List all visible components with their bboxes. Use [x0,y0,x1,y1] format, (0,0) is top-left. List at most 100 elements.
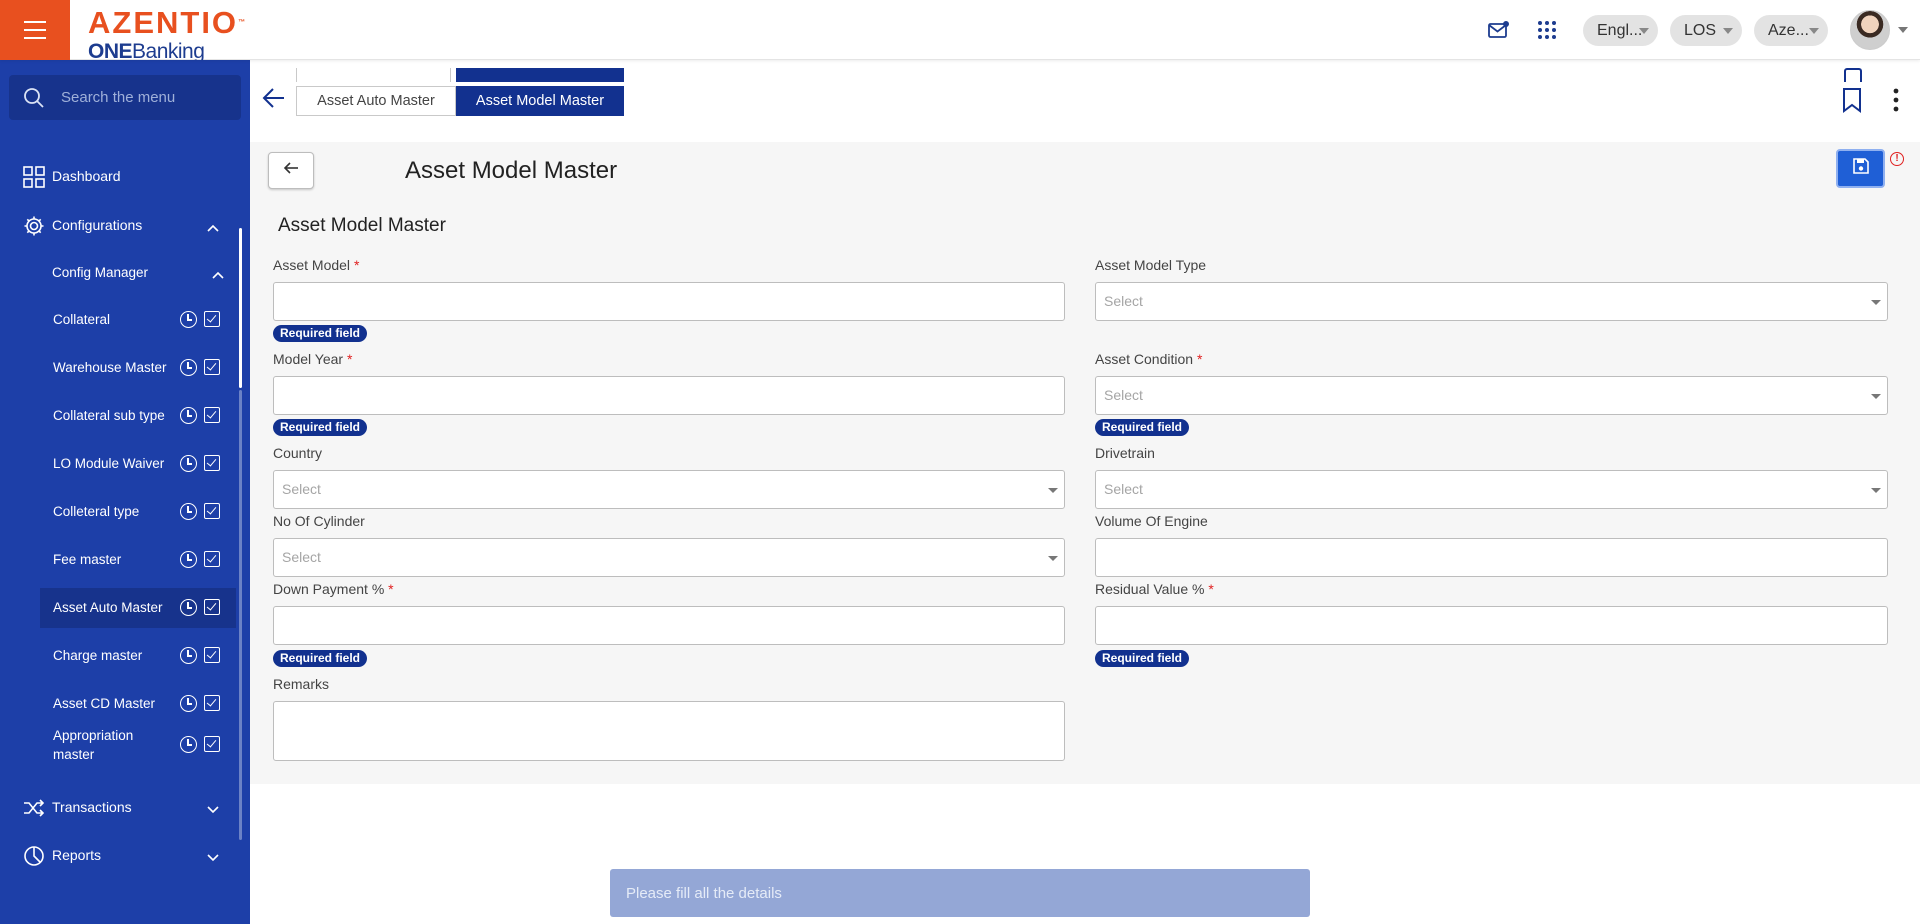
clock-icon[interactable] [180,455,197,472]
select-placeholder: Select [282,481,321,497]
sidebar-item-label: Collateral [53,312,111,327]
language-value: Engl... [1597,21,1643,39]
ghost-tab-2 [456,68,624,82]
checkbox-icon[interactable] [204,311,220,327]
tab-asset-model-master[interactable]: Asset Model Master [456,86,624,116]
no-of-cylinder-select[interactable]: Select [273,538,1065,577]
tab-label: Asset Auto Master [317,93,435,109]
checkbox-icon[interactable] [204,359,220,375]
bookmark-icon[interactable] [1842,87,1862,118]
sidebar-subitem-collateral[interactable]: Collateral [40,300,236,340]
avatar-menu-caret-icon[interactable] [1898,27,1908,33]
hamburger-icon [24,18,46,42]
main-area: Asset Auto Master Asset Model Master Ass… [250,60,1920,924]
sidebar-subitem-charge-master[interactable]: Charge master [40,636,236,676]
checkbox-icon[interactable] [204,455,220,471]
remarks-textarea[interactable] [274,702,1064,760]
language-selector[interactable]: Engl... [1583,15,1658,46]
sidebar-subitem-fee-master[interactable]: Fee master [40,540,236,580]
clock-icon[interactable] [180,359,197,376]
select-placeholder: Select [1104,481,1143,497]
checkbox-icon[interactable] [204,695,220,711]
search-input[interactable] [61,86,231,108]
sidebar-subitem-collateral-sub-type[interactable]: Collateral sub type [40,396,236,436]
form-panel: Asset Model Master ! Asset Model Master … [250,142,1920,784]
mail-icon[interactable] [1487,18,1511,42]
checkbox-icon[interactable] [204,503,220,519]
drivetrain-label: Drivetrain [1095,445,1155,461]
checkbox-icon[interactable] [204,599,220,615]
down-payment-input[interactable] [274,607,1064,644]
checkbox-icon[interactable] [204,407,220,423]
sidebar-item-label: Asset Auto Master [53,600,163,615]
section-title: Asset Model Master [278,215,446,236]
residual-value-input[interactable] [1096,607,1887,644]
sidebar-item-config-manager[interactable]: Config Manager [0,252,250,292]
country-select[interactable]: Select [273,470,1065,509]
sidebar-subitem-lo-module-waiver[interactable]: LO Module Waiver [40,444,236,484]
model-year-field [273,376,1065,415]
module-selector[interactable]: LOS [1670,15,1742,46]
chevron-down-icon [1809,28,1819,34]
clock-icon[interactable] [180,695,197,712]
menu-toggle-button[interactable] [0,0,70,60]
clock-icon[interactable] [180,407,197,424]
label-text: Asset Condition [1095,351,1194,367]
sidebar-subitem-colleteral-type[interactable]: Colleteral type [40,492,236,532]
more-options-icon[interactable] [1893,88,1899,117]
model-year-input[interactable] [274,377,1064,414]
chevron-down-icon [1723,28,1733,34]
dashboard-icon [23,166,45,188]
chevron-up-icon [212,266,224,284]
info-alert-icon[interactable]: ! [1890,152,1904,166]
sidebar-item-label: Asset CD Master [53,696,156,711]
save-icon [1852,158,1869,179]
avatar[interactable] [1850,10,1890,50]
user-selector[interactable]: Aze... [1754,15,1828,46]
drivetrain-select[interactable]: Select [1095,470,1888,509]
sidebar-scrollbar[interactable] [239,228,242,388]
select-placeholder: Select [282,549,321,565]
clock-icon[interactable] [180,736,197,753]
dropdown-caret-icon [1871,300,1881,305]
gear-icon [23,215,45,237]
checkbox-icon[interactable] [204,551,220,567]
country-label: Country [273,445,323,461]
asset-model-input[interactable] [274,283,1064,320]
sidebar-subitem-appropriation-master[interactable]: Appropriation master [40,716,236,774]
clock-icon[interactable] [180,311,197,328]
brand-trademark: ™ [238,19,246,26]
sidebar-item-dashboard[interactable]: Dashboard [0,156,250,196]
asset-condition-select[interactable]: Select [1095,376,1888,415]
back-button[interactable] [268,152,314,189]
sidebar-item-label: Fee master [53,552,122,567]
checkbox-icon[interactable] [204,647,220,663]
chevron-down-icon [207,849,219,867]
required-field-badge: Required field [273,419,368,436]
required-marker: * [353,257,360,273]
clock-icon[interactable] [180,647,197,664]
clock-icon[interactable] [180,551,197,568]
clock-icon[interactable] [180,599,197,616]
top-header: AZENTIO™ ONEBanking Engl... LOS Aze... [0,0,1920,60]
toast-notification: Please fill all the details [610,869,1310,917]
sidebar-item-configurations[interactable]: Configurations [0,205,250,245]
dropdown-caret-icon [1048,556,1058,561]
back-arrow-icon[interactable] [262,87,286,114]
tab-asset-auto-master[interactable]: Asset Auto Master [296,86,456,116]
residual-value-field [1095,606,1888,645]
checkbox-icon[interactable] [204,736,220,752]
required-field-badge: Required field [273,650,368,667]
volume-of-engine-input[interactable] [1096,539,1887,576]
dropdown-caret-icon [1871,488,1881,493]
sidebar-subitem-asset-auto-master[interactable]: Asset Auto Master [40,588,236,628]
apps-grid-icon[interactable] [1535,18,1559,42]
sidebar-item-reports[interactable]: Reports [0,835,250,875]
asset-model-type-select[interactable]: Select [1095,282,1888,321]
sidebar-subitem-warehouse-master[interactable]: Warehouse Master [40,348,236,388]
sidebar-item-transactions[interactable]: Transactions [0,787,250,827]
save-button[interactable] [1836,149,1885,188]
clock-icon[interactable] [180,503,197,520]
chevron-down-icon [1639,28,1649,34]
volume-of-engine-field [1095,538,1888,577]
